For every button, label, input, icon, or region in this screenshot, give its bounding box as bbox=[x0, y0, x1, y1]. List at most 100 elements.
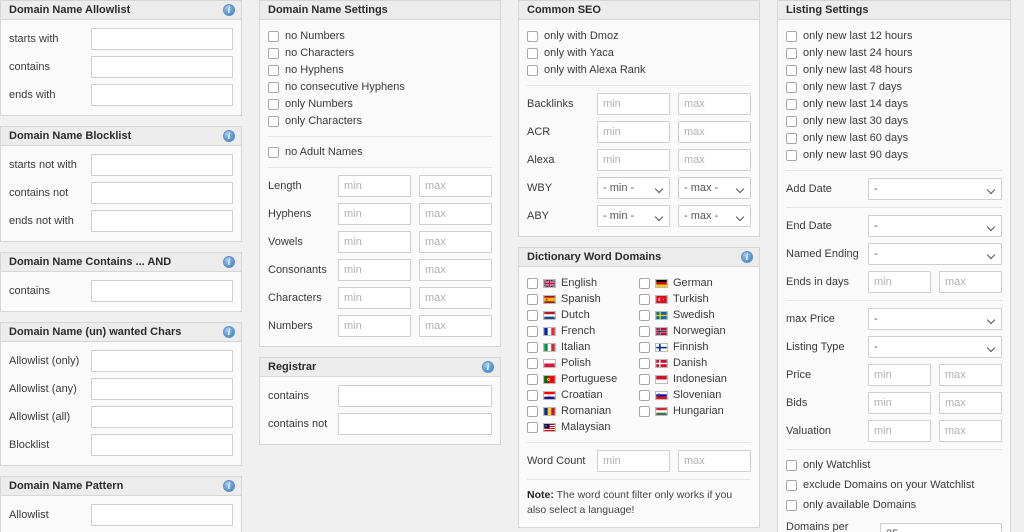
checkbox-box[interactable] bbox=[786, 132, 797, 144]
numbers-max-input[interactable] bbox=[419, 315, 492, 337]
language-malaysian[interactable]: Malaysian bbox=[527, 419, 639, 435]
backlinks-min-input[interactable] bbox=[597, 93, 670, 115]
checkbox-last-14-days[interactable]: only new last 14 days bbox=[786, 96, 1002, 112]
info-icon[interactable]: i bbox=[223, 480, 235, 492]
checkbox-box[interactable] bbox=[527, 30, 538, 42]
checkbox-box[interactable] bbox=[527, 405, 538, 417]
checkbox-only-with-dmoz[interactable]: only with Dmoz bbox=[527, 28, 751, 44]
checkbox-box[interactable] bbox=[268, 98, 279, 110]
language-french[interactable]: French bbox=[527, 323, 639, 339]
language-norwegian[interactable]: Norwegian bbox=[639, 323, 751, 339]
ends-not-with-input[interactable] bbox=[91, 210, 233, 232]
language-hungarian[interactable]: Hungarian bbox=[639, 403, 751, 419]
length-max-input[interactable] bbox=[419, 175, 492, 197]
checkbox-no-consecutive-hyphens[interactable]: no consecutive Hyphens bbox=[268, 79, 492, 95]
checkbox-box[interactable] bbox=[527, 325, 538, 337]
checkbox-box[interactable] bbox=[639, 357, 650, 369]
checkbox-box[interactable] bbox=[786, 30, 797, 42]
checkbox-box[interactable] bbox=[786, 499, 797, 511]
language-dutch[interactable]: Dutch bbox=[527, 307, 639, 323]
language-swedish[interactable]: Swedish bbox=[639, 307, 751, 323]
info-icon[interactable]: i bbox=[223, 130, 235, 142]
checkbox-exclude-watchlist[interactable]: exclude Domains on your Watchlist bbox=[786, 477, 1002, 493]
checkbox-last-48-hours[interactable]: only new last 48 hours bbox=[786, 62, 1002, 78]
checkbox-box[interactable] bbox=[527, 389, 538, 401]
blocklist-chars-input[interactable] bbox=[91, 434, 233, 456]
checkbox-box[interactable] bbox=[786, 64, 797, 76]
info-icon[interactable]: i bbox=[223, 326, 235, 338]
characters-min-input[interactable] bbox=[338, 287, 411, 309]
checkbox-box[interactable] bbox=[268, 115, 279, 127]
vowels-max-input[interactable] bbox=[419, 231, 492, 253]
checkbox-box[interactable] bbox=[639, 341, 650, 353]
backlinks-max-input[interactable] bbox=[678, 93, 751, 115]
bids-min-input[interactable] bbox=[868, 392, 931, 414]
checkbox-box[interactable] bbox=[786, 459, 797, 471]
vowels-min-input[interactable] bbox=[338, 231, 411, 253]
price-max-input[interactable] bbox=[939, 364, 1002, 386]
checkbox-box[interactable] bbox=[639, 405, 650, 417]
registrar-contains-not-input[interactable] bbox=[338, 413, 492, 435]
language-finnish[interactable]: Finnish bbox=[639, 339, 751, 355]
allowlist-all-input[interactable] bbox=[91, 406, 233, 428]
checkbox-box[interactable] bbox=[786, 115, 797, 127]
checkbox-only-with-yaca[interactable]: only with Yaca bbox=[527, 45, 751, 61]
valuation-min-input[interactable] bbox=[868, 420, 931, 442]
price-min-input[interactable] bbox=[868, 364, 931, 386]
allowlist-only-input[interactable] bbox=[91, 350, 233, 372]
ends-in-days-max-input[interactable] bbox=[939, 271, 1002, 293]
wby-min-select[interactable]: - min - bbox=[597, 177, 670, 199]
language-german[interactable]: German bbox=[639, 275, 751, 291]
checkbox-no-numbers[interactable]: no Numbers bbox=[268, 28, 492, 44]
checkbox-box[interactable] bbox=[639, 325, 650, 337]
checkbox-box[interactable] bbox=[268, 47, 279, 59]
ends-in-days-min-input[interactable] bbox=[868, 271, 931, 293]
language-portuguese[interactable]: Portuguese bbox=[527, 371, 639, 387]
checkbox-box[interactable] bbox=[527, 64, 538, 76]
checkbox-no-hyphens[interactable]: no Hyphens bbox=[268, 62, 492, 78]
checkbox-last-24-hours[interactable]: only new last 24 hours bbox=[786, 45, 1002, 61]
starts-with-input[interactable] bbox=[91, 28, 233, 50]
acr-max-input[interactable] bbox=[678, 121, 751, 143]
aby-max-select[interactable]: - max - bbox=[678, 205, 751, 227]
language-spanish[interactable]: Spanish bbox=[527, 291, 639, 307]
checkbox-box[interactable] bbox=[527, 277, 538, 289]
checkbox-only-watchlist[interactable]: only Watchlist bbox=[786, 457, 1002, 473]
checkbox-last-12-hours[interactable]: only new last 12 hours bbox=[786, 28, 1002, 44]
characters-max-input[interactable] bbox=[419, 287, 492, 309]
alexa-max-input[interactable] bbox=[678, 149, 751, 171]
checkbox-box[interactable] bbox=[786, 149, 797, 161]
checkbox-box[interactable] bbox=[639, 373, 650, 385]
language-indonesian[interactable]: Indonesian bbox=[639, 371, 751, 387]
checkbox-box[interactable] bbox=[786, 479, 797, 491]
checkbox-box[interactable] bbox=[268, 64, 279, 76]
language-croatian[interactable]: Croatian bbox=[527, 387, 639, 403]
checkbox-box[interactable] bbox=[527, 341, 538, 353]
checkbox-only-available-domains[interactable]: only available Domains bbox=[786, 497, 1002, 513]
language-danish[interactable]: Danish bbox=[639, 355, 751, 371]
language-polish[interactable]: Polish bbox=[527, 355, 639, 371]
language-italian[interactable]: Italian bbox=[527, 339, 639, 355]
language-romanian[interactable]: Romanian bbox=[527, 403, 639, 419]
info-icon[interactable]: i bbox=[223, 256, 235, 268]
checkbox-only-characters[interactable]: only Characters bbox=[268, 113, 492, 129]
starts-not-with-input[interactable] bbox=[91, 154, 233, 176]
domains-per-page-select[interactable]: 25 bbox=[880, 523, 1002, 532]
add-date-select[interactable]: - bbox=[868, 178, 1002, 200]
checkbox-last-60-days[interactable]: only new last 60 days bbox=[786, 130, 1002, 146]
contains-and-input[interactable] bbox=[91, 280, 233, 302]
acr-min-input[interactable] bbox=[597, 121, 670, 143]
hyphens-min-input[interactable] bbox=[338, 203, 411, 225]
hyphens-max-input[interactable] bbox=[419, 203, 492, 225]
checkbox-no-adult-names[interactable]: no Adult Names bbox=[268, 144, 492, 160]
info-icon[interactable]: i bbox=[741, 251, 753, 263]
checkbox-box[interactable] bbox=[639, 389, 650, 401]
end-date-select[interactable]: - bbox=[868, 215, 1002, 237]
bids-max-input[interactable] bbox=[939, 392, 1002, 414]
checkbox-box[interactable] bbox=[786, 98, 797, 110]
checkbox-box[interactable] bbox=[786, 47, 797, 59]
checkbox-no-characters[interactable]: no Characters bbox=[268, 45, 492, 61]
checkbox-box[interactable] bbox=[268, 81, 279, 93]
contains-not-input[interactable] bbox=[91, 182, 233, 204]
language-english[interactable]: English bbox=[527, 275, 639, 291]
